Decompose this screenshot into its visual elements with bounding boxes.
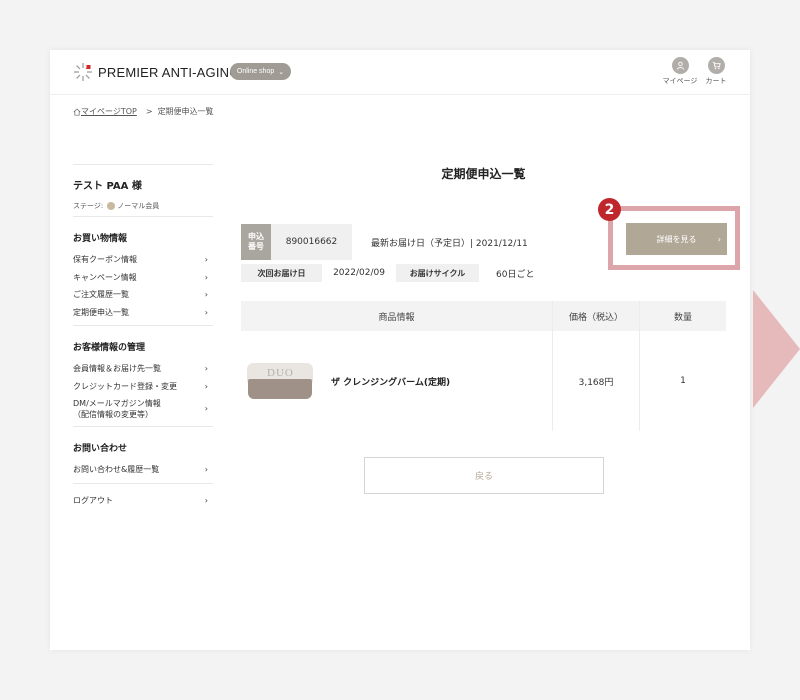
latest-delivery-date: 最新お届け日（予定日）| 2021/12/11 xyxy=(371,238,528,249)
step-number-badge: 2 xyxy=(598,198,621,221)
chevron-right-icon: › xyxy=(204,307,208,317)
breadcrumb-home-link[interactable]: マイページTOP xyxy=(81,106,137,117)
sidebar-item-subscriptions[interactable]: 定期便申込一覧 › xyxy=(73,304,213,322)
online-shop-dropdown[interactable]: Online shop ⌄ xyxy=(230,63,291,80)
site-header: PREMIER ANTI-AGING Online shop ⌄ マイページ カ… xyxy=(50,50,750,95)
sidebar-user-info: テスト PAA 様 ステージ: ノーマル会員 xyxy=(73,164,213,217)
order-number-label-line2: 番号 xyxy=(248,242,264,251)
logo-mark-icon xyxy=(74,63,92,81)
cart-icon xyxy=(707,57,725,74)
product-image: DUO xyxy=(247,363,313,399)
sidebar-item-label: キャンペーン情報 xyxy=(73,272,137,282)
cart-button[interactable]: カート xyxy=(698,57,734,86)
sidebar-item-label: ご注文履歴一覧 xyxy=(73,290,129,300)
sidebar-item-coupons[interactable]: 保有クーポン情報 › xyxy=(73,251,213,269)
chevron-right-icon: › xyxy=(204,381,208,391)
table-header: 商品情報 価格（税込） 数量 xyxy=(241,301,726,331)
sidebar-section-title: お買い物情報 xyxy=(73,234,128,244)
stage-label: ステージ: xyxy=(73,202,104,210)
stage-value: ノーマル会員 xyxy=(117,202,160,210)
sidebar-section-contact: お問い合わせ お問い合わせ&履歴一覧 › xyxy=(73,427,213,484)
next-delivery-date: 2022/02/09 xyxy=(333,268,385,278)
breadcrumb: マイページTOP > 定期便申込一覧 xyxy=(73,106,214,117)
highlight-frame xyxy=(608,206,740,270)
chevron-right-icon: › xyxy=(204,272,208,282)
table-row: DUO ザ クレンジングバーム(定期) 3,168円 1 xyxy=(241,331,726,431)
sidebar-item-inquiries[interactable]: お問い合わせ&履歴一覧 › xyxy=(73,461,213,479)
mypage-button[interactable]: マイページ xyxy=(662,57,698,86)
order-number-label: 申込 番号 xyxy=(241,224,271,260)
chevron-right-icon: › xyxy=(204,255,208,265)
sidebar-item-credit-card[interactable]: クレジットカード登録・変更 › xyxy=(73,378,213,396)
chevron-right-icon: › xyxy=(204,290,208,300)
sidebar-item-member-info[interactable]: 会員情報＆お届け先一覧 › xyxy=(73,360,213,378)
logo-text: PREMIER ANTI-AGING xyxy=(98,64,240,80)
online-shop-label: Online shop xyxy=(236,68,275,75)
column-header-quantity: 数量 xyxy=(639,301,726,331)
user-name: テスト PAA 様 xyxy=(73,181,142,192)
order-number: 890016662 xyxy=(271,224,352,260)
chevron-right-icon: › xyxy=(204,495,208,505)
user-icon xyxy=(671,57,689,74)
chevron-down-icon: ⌄ xyxy=(278,68,285,76)
stage-badge-icon xyxy=(107,202,116,210)
mypage-label: マイページ xyxy=(662,77,698,85)
chevron-right-icon: › xyxy=(204,404,208,413)
sidebar-item-logout[interactable]: ログアウト › xyxy=(73,492,213,510)
product-quantity: 1 xyxy=(639,331,726,431)
next-delivery-label: 次回お届け日 xyxy=(241,264,322,282)
sidebar-item-campaigns[interactable]: キャンペーン情報 › xyxy=(73,269,213,287)
sidebar-item-label-line1: DM/メールマガジン情報 xyxy=(73,398,161,408)
sidebar-item-label: お問い合わせ&履歴一覧 xyxy=(73,465,160,475)
column-header-product: 商品情報 xyxy=(378,312,415,323)
sidebar-item-order-history[interactable]: ご注文履歴一覧 › xyxy=(73,286,213,304)
back-button[interactable]: 戻る xyxy=(364,457,604,494)
delivery-cycle-value: 60日ごと xyxy=(496,269,535,280)
sidebar-item-label: クレジットカード登録・変更 xyxy=(73,381,177,391)
next-step-arrow-icon xyxy=(753,290,800,408)
chevron-right-icon: › xyxy=(204,364,208,374)
product-price: 3,168円 xyxy=(552,331,639,431)
chevron-right-icon: › xyxy=(204,465,208,475)
sidebar-item-label: 定期便申込一覧 xyxy=(73,307,129,317)
sidebar-section-title: お問い合わせ xyxy=(73,444,128,454)
sidebar-item-dm-mail[interactable]: DM/メールマガジン情報 （配信情報の変更等） › xyxy=(73,395,213,422)
breadcrumb-current: 定期便申込一覧 xyxy=(157,107,214,116)
column-header-price: 価格（税込） xyxy=(552,301,639,331)
sidebar-item-label: DM/メールマガジン情報 （配信情報の変更等） xyxy=(73,398,161,420)
sidebar-item-label: ログアウト xyxy=(73,495,113,505)
site-logo[interactable]: PREMIER ANTI-AGING xyxy=(73,62,240,82)
product-table: 商品情報 価格（税込） 数量 DUO ザ クレンジングバーム(定期) 3,168… xyxy=(241,301,726,431)
page-title: 定期便申込一覧 xyxy=(441,167,526,181)
home-icon xyxy=(73,107,81,116)
breadcrumb-separator: > xyxy=(145,107,153,116)
sidebar: テスト PAA 様 ステージ: ノーマル会員 お買い物情報 保有クーポン情報 › … xyxy=(73,164,213,509)
page-card: PREMIER ANTI-AGING Online shop ⌄ マイページ カ… xyxy=(50,50,750,650)
sidebar-section-title: お客様情報の管理 xyxy=(73,343,146,353)
sidebar-item-label-line2: （配信情報の変更等） xyxy=(73,409,153,419)
sidebar-item-label: 会員情報＆お届け先一覧 xyxy=(73,364,161,374)
order-number-label-line1: 申込 xyxy=(248,232,264,241)
member-stage: ステージ: ノーマル会員 xyxy=(73,201,213,211)
cart-label: カート xyxy=(705,77,727,85)
sidebar-item-label: 保有クーポン情報 xyxy=(73,255,137,265)
delivery-cycle-label: お届けサイクル xyxy=(396,264,479,282)
product-name: ザ クレンジングバーム(定期) xyxy=(331,377,451,388)
sidebar-section-shopping: お買い物情報 保有クーポン情報 › キャンペーン情報 › ご注文履歴一覧 › 定期便申… xyxy=(73,217,213,326)
product-info-cell: DUO ザ クレンジングバーム(定期) xyxy=(241,331,552,431)
product-image-brand: DUO xyxy=(267,367,294,379)
next-delivery-row: 次回お届け日 2022/02/09 お届けサイクル 60日ごと xyxy=(241,264,534,282)
sidebar-section-customer: お客様情報の管理 会員情報＆お届け先一覧 › クレジットカード登録・変更 › DM/… xyxy=(73,326,213,427)
